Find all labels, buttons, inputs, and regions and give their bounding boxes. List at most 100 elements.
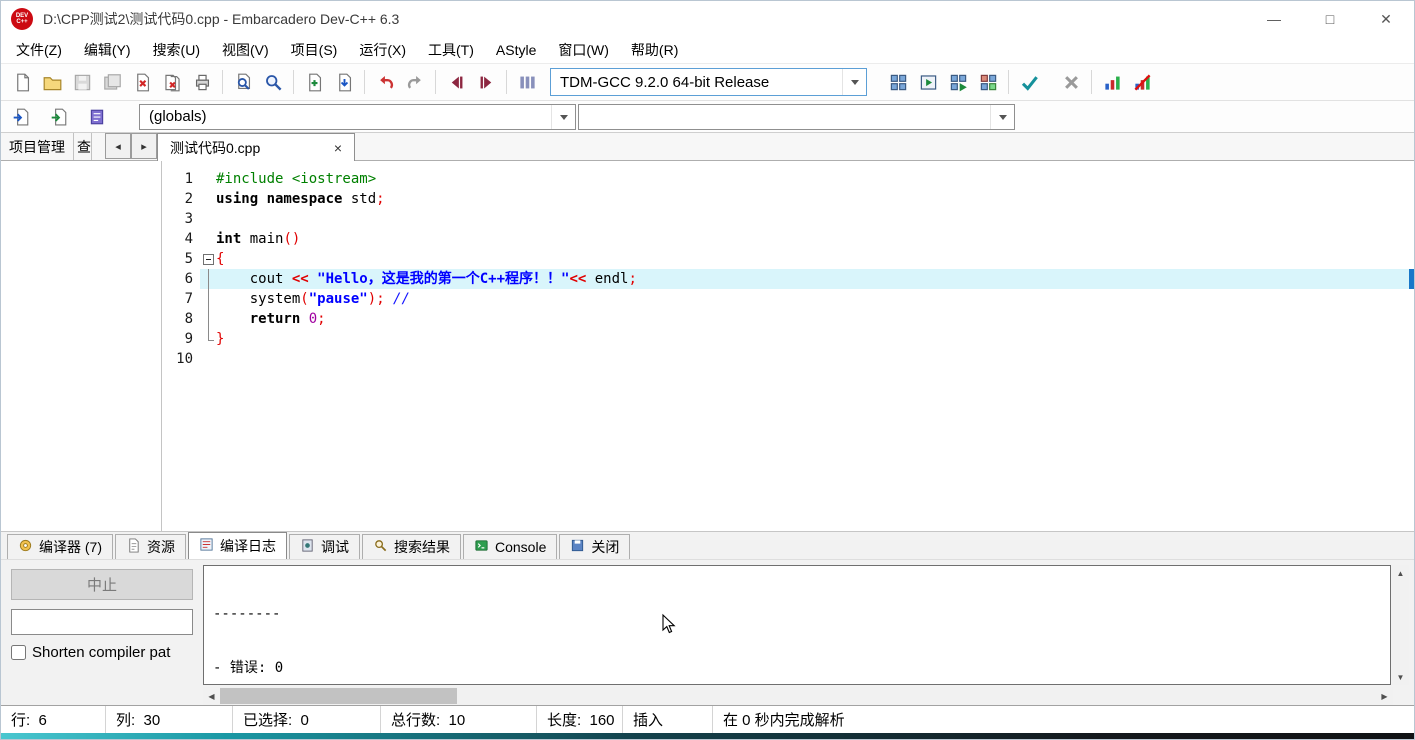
- rebuild-icon[interactable]: [973, 67, 1003, 97]
- menu-help[interactable]: 帮助(R): [620, 37, 689, 63]
- compile-log-output[interactable]: -------- - 错误: 0 - 警告: 0 - 输出文件名: D:\CPP…: [203, 565, 1391, 685]
- menu-astyle[interactable]: AStyle: [485, 39, 547, 61]
- tab-scroll-right-icon[interactable]: ▸: [131, 133, 157, 159]
- compiler-select[interactable]: TDM-GCC 9.2.0 64-bit Release: [550, 68, 867, 96]
- sidebar-tab-clipped[interactable]: 查: [74, 133, 92, 160]
- line-number[interactable]: 10: [162, 349, 200, 369]
- toggle-header-source-icon[interactable]: [83, 104, 111, 130]
- menu-edit[interactable]: 编辑(Y): [73, 37, 142, 63]
- forward-icon[interactable]: [471, 67, 501, 97]
- tab-console[interactable]: Console: [463, 534, 557, 559]
- project-panel[interactable]: [1, 161, 162, 531]
- hscroll-thumb[interactable]: [220, 688, 457, 704]
- globals-select-value: (globals): [140, 108, 551, 125]
- tab-compile-log[interactable]: 编译日志: [188, 532, 287, 559]
- log-filter-input[interactable]: [11, 609, 193, 635]
- format-icon[interactable]: [512, 67, 542, 97]
- code-line[interactable]: 8 return 0;: [162, 309, 1414, 329]
- tab-debug[interactable]: 调试: [289, 534, 360, 559]
- new-file-icon[interactable]: [7, 67, 37, 97]
- menu-run[interactable]: 运行(X): [348, 37, 417, 63]
- find-icon[interactable]: [228, 67, 258, 97]
- line-number[interactable]: 3: [162, 209, 200, 229]
- abort-button[interactable]: 中止: [11, 569, 193, 600]
- line-number[interactable]: 2: [162, 189, 200, 209]
- code-line[interactable]: 7 system("pause"); //: [162, 289, 1414, 309]
- tab-scroll-buttons: ◂ ▸: [105, 133, 157, 159]
- open-file-icon[interactable]: [37, 67, 67, 97]
- replace-icon[interactable]: [258, 67, 288, 97]
- redo-icon[interactable]: [400, 67, 430, 97]
- menu-window[interactable]: 窗口(W): [547, 37, 620, 63]
- code-line[interactable]: 1#include <iostream>: [162, 169, 1414, 189]
- tab-close-icon[interactable]: ×: [334, 141, 342, 155]
- close-file-icon[interactable]: [127, 67, 157, 97]
- compile-icon[interactable]: [883, 67, 913, 97]
- line-number[interactable]: 1: [162, 169, 200, 189]
- line-number[interactable]: 9: [162, 329, 200, 349]
- code-text: system("pause"); //: [216, 289, 410, 309]
- abort-compile-icon[interactable]: [1056, 67, 1086, 97]
- scroll-left-icon[interactable]: ◀: [203, 687, 220, 705]
- scroll-right-icon[interactable]: ▶: [1376, 687, 1393, 705]
- undo-icon[interactable]: [370, 67, 400, 97]
- tab-search-results[interactable]: 搜索结果: [362, 534, 461, 559]
- close-button[interactable]: ✕: [1358, 1, 1414, 37]
- line-number[interactable]: 7: [162, 289, 200, 309]
- code-line[interactable]: 5{: [162, 249, 1414, 269]
- code-line[interactable]: 6 cout << "Hello，这是我的第一个C++程序！！"<< endl;: [162, 269, 1414, 289]
- goto-implementation-icon[interactable]: [45, 104, 73, 130]
- goto-line-icon[interactable]: [329, 67, 359, 97]
- menu-tools[interactable]: 工具(T): [417, 37, 485, 63]
- goto-declaration-icon[interactable]: [7, 104, 35, 130]
- line-number[interactable]: 4: [162, 229, 200, 249]
- fold-marker-icon: [200, 329, 216, 349]
- vertical-scrollbar[interactable]: ▲ ▼: [1392, 565, 1409, 685]
- back-icon[interactable]: [441, 67, 471, 97]
- maximize-button[interactable]: □: [1302, 1, 1358, 37]
- menu-search[interactable]: 搜索(U): [142, 37, 211, 63]
- fold-marker-icon[interactable]: [200, 249, 216, 269]
- line-number[interactable]: 5: [162, 249, 200, 269]
- run-icon[interactable]: [913, 67, 943, 97]
- print-icon[interactable]: [187, 67, 217, 97]
- tab-scroll-left-icon[interactable]: ◂: [105, 133, 131, 159]
- scroll-down-icon[interactable]: ▼: [1392, 669, 1409, 685]
- code-line[interactable]: 2using namespace std;: [162, 189, 1414, 209]
- status-length: 长度: 160: [537, 706, 623, 733]
- line-number[interactable]: 6: [162, 269, 200, 289]
- globals-select[interactable]: (globals): [139, 104, 576, 130]
- menu-view[interactable]: 视图(V): [211, 37, 280, 63]
- sidebar-tab-project[interactable]: 项目管理: [1, 133, 74, 160]
- profile-icon[interactable]: [1097, 67, 1127, 97]
- code-line[interactable]: 4int main(): [162, 229, 1414, 249]
- shorten-paths-checkbox[interactable]: [11, 645, 26, 660]
- delete-profiling-icon[interactable]: [1127, 67, 1157, 97]
- horizontal-scrollbar[interactable]: ◀ ▶: [203, 687, 1393, 705]
- minimize-button[interactable]: —: [1246, 1, 1302, 37]
- close-panel-tab-icon: [570, 538, 585, 556]
- code-editor[interactable]: 1#include <iostream>2using namespace std…: [162, 161, 1414, 531]
- code-line[interactable]: 10: [162, 349, 1414, 369]
- close-all-icon[interactable]: [157, 67, 187, 97]
- syntax-check-icon[interactable]: [1014, 67, 1044, 97]
- members-select[interactable]: [578, 104, 1015, 130]
- line-number[interactable]: 8: [162, 309, 200, 329]
- save-all-icon[interactable]: [97, 67, 127, 97]
- save-icon[interactable]: [67, 67, 97, 97]
- chevron-down-icon[interactable]: [551, 105, 575, 129]
- code-line[interactable]: 3: [162, 209, 1414, 229]
- compile-run-icon[interactable]: [943, 67, 973, 97]
- insert-icon[interactable]: [299, 67, 329, 97]
- code-line[interactable]: 9}: [162, 329, 1414, 349]
- chevron-down-icon[interactable]: [990, 105, 1014, 129]
- tab-resource[interactable]: 资源: [115, 534, 186, 559]
- editor-tab[interactable]: 测试代码0.cpp ×: [157, 133, 355, 161]
- menu-file[interactable]: 文件(Z): [5, 37, 73, 63]
- scroll-up-icon[interactable]: ▲: [1392, 565, 1409, 581]
- chevron-down-icon[interactable]: [842, 69, 866, 95]
- tab-compiler[interactable]: 编译器 (7): [7, 534, 113, 559]
- toolbar-separator: [506, 70, 507, 94]
- tab-close-panel[interactable]: 关闭: [559, 534, 630, 559]
- menu-project[interactable]: 项目(S): [280, 37, 349, 63]
